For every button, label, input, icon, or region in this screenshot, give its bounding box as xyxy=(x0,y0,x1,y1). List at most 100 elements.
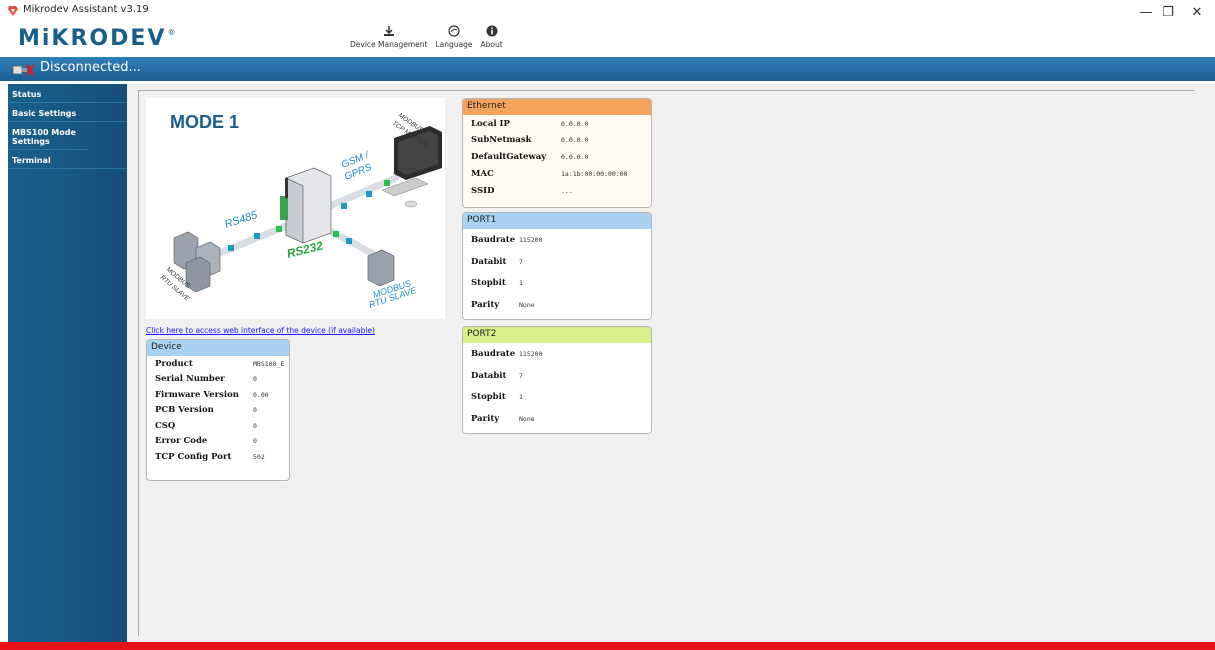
close-button[interactable]: ✕ xyxy=(1187,4,1207,22)
device-key: CSQ xyxy=(155,420,176,431)
bottom-status-strip xyxy=(0,642,1215,650)
device-row: PCB Version 0 xyxy=(147,403,289,419)
device-row: Serial Number 0 xyxy=(147,372,289,388)
globe-icon xyxy=(447,24,461,38)
port2-value: 1 xyxy=(519,393,523,401)
ethernet-value: 1a:1b:00:00:00:00 xyxy=(561,169,628,178)
language-label: Language xyxy=(435,40,473,49)
port2-panel-title: PORT2 xyxy=(463,327,651,343)
port1-key: Databit xyxy=(471,256,507,267)
port1-value: 1 xyxy=(519,279,523,287)
device-key: Product xyxy=(155,358,193,369)
sidebar-item-mbs100-mode-settings[interactable]: MBS100 Mode Settings xyxy=(8,122,88,150)
port2-key: Baudrate xyxy=(471,349,516,359)
download-icon xyxy=(382,24,396,38)
port1-row: Parity None xyxy=(463,294,651,315)
rtu-slave-device-right xyxy=(367,249,395,287)
logo-registered-mark: ® xyxy=(167,28,176,37)
logo-text: MiKRODEV xyxy=(18,26,167,51)
device-key: TCP Config Port xyxy=(155,451,232,462)
language-button[interactable]: Language xyxy=(435,24,472,54)
mbs100-device xyxy=(280,167,332,244)
ethernet-row: DefaultGateway 0.0.0.0 xyxy=(463,148,651,165)
device-row: Product MBS100_E xyxy=(147,356,289,372)
port2-key: Stopbit xyxy=(471,392,506,402)
web-interface-link[interactable]: Click here to access web interface of th… xyxy=(146,326,375,335)
sidebar-item-terminal[interactable]: Terminal xyxy=(8,150,127,169)
ethernet-key: Local IP xyxy=(471,118,510,129)
device-value: 0 xyxy=(253,406,257,415)
device-row: TCP Config Port 502 xyxy=(147,449,289,465)
port1-value: 7 xyxy=(519,257,523,266)
ethernet-value: ... xyxy=(561,186,573,195)
device-key: Serial Number xyxy=(155,374,225,385)
device-management-label: Device Management xyxy=(350,40,428,49)
port2-key: Parity xyxy=(471,413,500,424)
port2-value: None xyxy=(519,414,535,423)
connection-status-text: Disconnected... xyxy=(40,60,141,75)
app-icon xyxy=(8,6,18,16)
port2-value: 115200 xyxy=(519,350,543,358)
about-label: About xyxy=(480,40,503,49)
ethernet-row: MAC 1a:1b:00:00:00:00 xyxy=(463,165,651,182)
device-panel-title: Device xyxy=(147,340,289,356)
ethernet-value: 0.0.0.0 xyxy=(561,136,589,144)
device-value: MBS100_E xyxy=(253,359,285,368)
sidebar: Status Basic Settings MBS100 Mode Settin… xyxy=(8,84,127,642)
device-row: CSQ 0 xyxy=(147,418,289,434)
port1-row: Stopbit 1 xyxy=(463,272,651,294)
port1-row: Databit 7 xyxy=(463,251,651,272)
rs485-label: RS485 xyxy=(223,209,260,231)
port1-panel-title: PORT1 xyxy=(463,213,651,229)
port1-panel: PORT1 Baudrate 115200 Databit 7 Stopbit … xyxy=(462,212,652,320)
logo: MiKRODEV ® xyxy=(18,26,176,51)
about-button[interactable]: About xyxy=(480,24,503,54)
port1-key: Parity xyxy=(471,299,500,310)
ethernet-key: MAC xyxy=(471,168,494,179)
device-key: Error Code xyxy=(155,436,208,447)
port1-value: None xyxy=(519,300,535,309)
ethernet-value: 0.0.0.0 xyxy=(561,119,589,128)
port1-value: 115200 xyxy=(519,236,543,244)
info-icon xyxy=(485,24,499,38)
device-row: Firmware Version 0.00 xyxy=(147,387,289,403)
ethernet-panel: Ethernet Local IP 0.0.0.0 SubNetmask 0.0… xyxy=(462,98,652,208)
device-value: 0 xyxy=(253,437,257,446)
ethernet-key: SubNetmask xyxy=(471,135,532,145)
device-row: Error Code 0 xyxy=(147,434,289,450)
mode-diagram: MODE 1 RS485 RS232 GSM / GPRS MODBUS TCP… xyxy=(146,98,445,319)
maximize-button[interactable]: ❐ xyxy=(1158,4,1178,22)
ethernet-row: SubNetmask 0.0.0.0 xyxy=(463,132,651,148)
port2-value: 7 xyxy=(519,371,523,380)
port1-key: Baudrate xyxy=(471,235,516,245)
device-value: 0 xyxy=(253,375,257,384)
mode-title: MODE 1 xyxy=(170,112,239,132)
rs232-label: RS232 xyxy=(285,238,324,261)
device-key: PCB Version xyxy=(155,405,214,416)
port2-row: Baudrate 115200 xyxy=(463,343,651,365)
device-value: 0.00 xyxy=(253,390,269,399)
device-management-button[interactable]: Device Management xyxy=(350,24,427,54)
port2-row: Stopbit 1 xyxy=(463,386,651,408)
port2-row: Parity None xyxy=(463,408,651,429)
device-key: Firmware Version xyxy=(155,389,239,400)
connection-status-bar: Disconnected... xyxy=(0,57,1215,81)
port2-panel: PORT2 Baudrate 115200 Databit 7 Stopbit … xyxy=(462,326,652,434)
window-title: Mikrodev Assistant v3.19 xyxy=(23,4,149,15)
device-value: 502 xyxy=(253,452,265,461)
sidebar-item-basic-settings[interactable]: Basic Settings xyxy=(8,103,127,122)
device-value: 0 xyxy=(253,421,257,430)
ethernet-row: Local IP 0.0.0.0 xyxy=(463,115,651,132)
minimize-button[interactable]: — xyxy=(1136,4,1156,22)
toolbar: Device Management Language About xyxy=(350,24,511,54)
ethernet-key: SSID xyxy=(471,185,495,196)
ethernet-panel-title: Ethernet xyxy=(463,99,651,115)
ethernet-value: 0.0.0.0 xyxy=(561,152,589,161)
port1-key: Stopbit xyxy=(471,278,506,288)
sidebar-item-status[interactable]: Status xyxy=(8,84,127,103)
device-panel: Device Product MBS100_E Serial Number 0 … xyxy=(146,339,290,481)
port2-row: Databit 7 xyxy=(463,365,651,386)
port1-row: Baudrate 115200 xyxy=(463,229,651,251)
disconnected-cable-icon xyxy=(12,64,34,76)
port2-key: Databit xyxy=(471,370,507,381)
